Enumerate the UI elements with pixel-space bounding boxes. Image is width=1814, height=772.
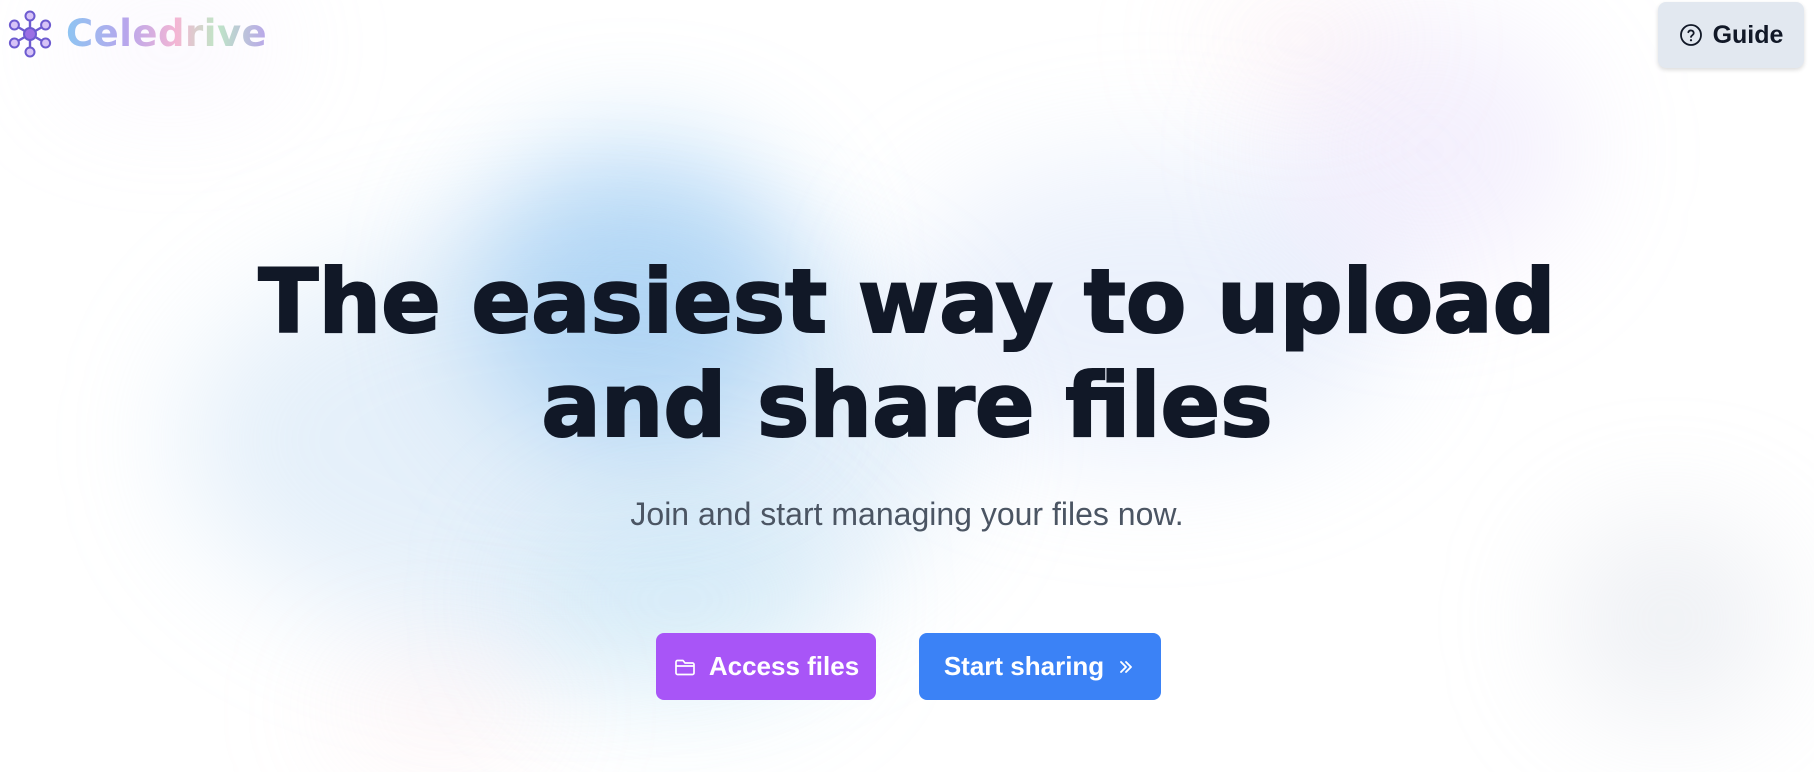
question-circle-icon bbox=[1679, 24, 1702, 46]
access-files-button[interactable]: Access files bbox=[656, 633, 876, 700]
hero-title-line-2: and share files bbox=[540, 353, 1273, 458]
hero-section: The easiest way to upload and share file… bbox=[0, 249, 1814, 533]
network-nodes-icon bbox=[8, 10, 52, 58]
logo-link[interactable]: Celedrive bbox=[6, 10, 267, 58]
hero-title: The easiest way to upload and share file… bbox=[0, 249, 1814, 458]
access-files-label: Access files bbox=[708, 651, 860, 681]
guide-button[interactable]: Guide bbox=[1658, 2, 1804, 68]
hero-subtitle: Join and start managing your files now. bbox=[630, 496, 1184, 532]
hero-actions: Access files Start sharing bbox=[0, 633, 1814, 700]
start-sharing-button[interactable]: Start sharing bbox=[919, 633, 1161, 700]
start-sharing-label: Start sharing bbox=[943, 651, 1105, 681]
hero-title-line-1: The easiest way to upload bbox=[257, 249, 1556, 354]
folder-icon bbox=[674, 659, 695, 675]
top-header: Celedrive Guide bbox=[0, 0, 1814, 72]
chevrons-right-icon bbox=[1120, 660, 1133, 673]
guide-button-label: Guide bbox=[1712, 20, 1784, 49]
logo-text: Celedrive bbox=[66, 10, 267, 58]
